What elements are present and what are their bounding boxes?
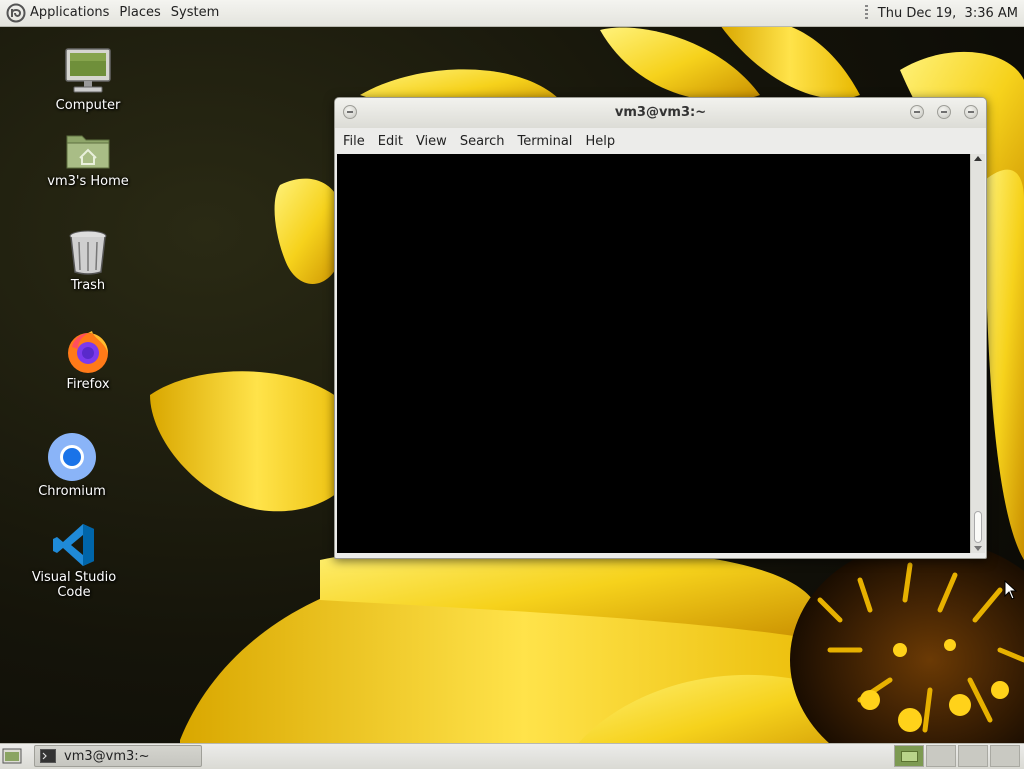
firefox-icon bbox=[68, 331, 108, 373]
desktop-icon-firefox[interactable]: Firefox bbox=[33, 327, 143, 392]
workspace-2[interactable] bbox=[926, 745, 956, 767]
trash-icon bbox=[69, 230, 107, 275]
desktop-icon-label: Firefox bbox=[66, 377, 110, 392]
desktop-icon-label: Trash bbox=[70, 278, 106, 293]
terminal-menubar: File Edit View Search Terminal Help bbox=[335, 128, 986, 154]
workspace-3[interactable] bbox=[958, 745, 988, 767]
scroll-down-arrow-icon[interactable] bbox=[974, 546, 982, 551]
mate-logo-icon bbox=[6, 3, 26, 23]
terminal-scrollbar[interactable] bbox=[970, 154, 985, 553]
applications-menu[interactable]: Applications bbox=[0, 0, 114, 26]
window-title: vm3@vm3:~ bbox=[614, 105, 707, 120]
desktop-icon-vscode[interactable]: Visual Studio Code bbox=[19, 522, 129, 600]
menu-file[interactable]: File bbox=[338, 134, 370, 149]
window-title-bar[interactable]: vm3@vm3:~ bbox=[335, 98, 986, 128]
desktop-icon-label: Chromium bbox=[38, 484, 106, 499]
terminal-icon bbox=[40, 749, 56, 763]
close-button[interactable] bbox=[964, 105, 978, 119]
computer-icon bbox=[65, 48, 111, 93]
menu-edit[interactable]: Edit bbox=[373, 134, 408, 149]
desktop-icon-trash[interactable]: Trash bbox=[33, 228, 143, 293]
desktop-icon-chromium[interactable]: Chromium bbox=[17, 432, 127, 499]
desktop-icon-computer[interactable]: Computer bbox=[33, 46, 143, 113]
panel-handle[interactable] bbox=[864, 5, 868, 21]
workspace-1[interactable] bbox=[894, 745, 924, 767]
clock[interactable]: Thu Dec 19, 3:36 AM bbox=[878, 6, 1018, 21]
mouse-cursor-icon bbox=[1004, 580, 1018, 600]
terminal-output-area[interactable] bbox=[337, 154, 970, 553]
chromium-icon bbox=[48, 433, 96, 481]
home-folder-icon bbox=[66, 135, 110, 169]
menu-help[interactable]: Help bbox=[580, 134, 620, 149]
menu-search[interactable]: Search bbox=[455, 134, 510, 149]
top-panel: Applications Places System Thu Dec 19, 3… bbox=[0, 0, 1024, 27]
menu-view[interactable]: View bbox=[411, 134, 452, 149]
taskbar-item-label: vm3@vm3:~ bbox=[64, 748, 150, 764]
clock-area: Thu Dec 19, 3:36 AM bbox=[864, 5, 1024, 21]
maximize-button[interactable] bbox=[937, 105, 951, 119]
desktop-icon-label: Visual Studio Code bbox=[31, 570, 117, 600]
places-menu[interactable]: Places bbox=[114, 0, 165, 26]
applications-label: Applications bbox=[30, 5, 110, 20]
workspace-4[interactable] bbox=[990, 745, 1020, 767]
scrollbar-thumb[interactable] bbox=[974, 511, 982, 543]
system-menu[interactable]: System bbox=[166, 0, 224, 26]
desktop-icon-label: vm3's Home bbox=[47, 174, 129, 189]
terminal-window[interactable]: vm3@vm3:~ File Edit View Search Terminal… bbox=[334, 97, 987, 559]
desktop-icon-home[interactable]: vm3's Home bbox=[33, 128, 143, 189]
minimize-button[interactable] bbox=[910, 105, 924, 119]
taskbar-item-terminal[interactable]: vm3@vm3:~ bbox=[34, 745, 202, 767]
show-desktop-icon[interactable] bbox=[2, 747, 22, 765]
menu-terminal[interactable]: Terminal bbox=[512, 134, 577, 149]
vscode-icon bbox=[53, 524, 94, 566]
scroll-up-arrow-icon[interactable] bbox=[974, 156, 982, 161]
bottom-panel: vm3@vm3:~ bbox=[0, 743, 1024, 769]
desktop-icon-label: Computer bbox=[55, 98, 121, 113]
